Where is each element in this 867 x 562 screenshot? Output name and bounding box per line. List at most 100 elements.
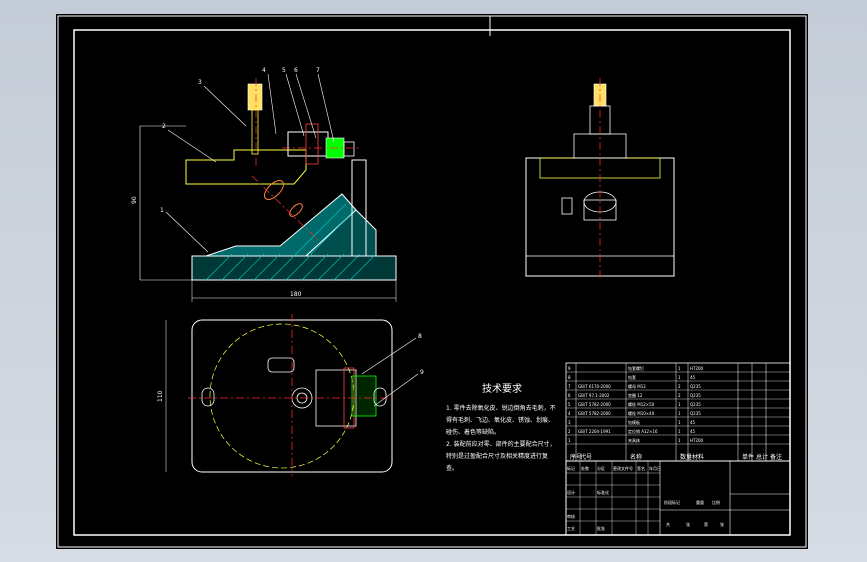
- workpiece-bore: [264, 180, 284, 200]
- title-block-right-label: 张: [720, 521, 724, 527]
- bom-table: 9 钻套螺钉 1 HT2008 钻套 1 457 GB/T 6170-2000 螺母 M12 2 Q…: [565, 362, 791, 462]
- balloon-8: 8: [418, 333, 422, 340]
- nut: [343, 141, 355, 157]
- bom-cell: 2: [678, 393, 681, 398]
- balloon-4: 4: [262, 67, 266, 74]
- tech-note-line-6: 查。: [446, 464, 458, 472]
- bom-cell: GB/T 6170-2000: [578, 384, 611, 389]
- bom-header: 数量: [680, 453, 692, 461]
- bom-cell: 45: [690, 375, 696, 380]
- outer-frame: [57, 15, 807, 548]
- bom-cell: 5: [568, 402, 571, 407]
- bom-header: 备注: [770, 453, 782, 461]
- bom-cell: 3: [568, 420, 571, 425]
- title-block-right-label: 阶段标记: [664, 499, 680, 505]
- clamp-block: [287, 131, 329, 157]
- bom-cell: 1: [678, 375, 681, 380]
- bom-cell: 1: [678, 420, 681, 425]
- bom-cell: 钻套螺钉: [628, 365, 644, 371]
- title-block-label: 处数: [581, 465, 589, 471]
- title-block-label: 更改文件号: [613, 465, 633, 471]
- top-locator: [351, 375, 377, 417]
- bom-cell: 1: [678, 411, 681, 416]
- title-block-label: 设计: [567, 489, 575, 495]
- title-block-label: 年月日: [649, 465, 661, 471]
- tech-note-line-5: 特别是过盈配合尺寸及相关精度进行复: [446, 452, 548, 460]
- title-block: 标记 处数 分区 更改文件号 签名 年月日设计 标准化审核工艺 批准 阶段标记 重量 比例共 张 第 张: [565, 460, 791, 536]
- bom-cell: 7: [568, 384, 571, 389]
- bom-cell: 2: [568, 429, 571, 434]
- bom-header: 代号: [580, 453, 592, 461]
- balloon-6: 6: [294, 67, 298, 74]
- title-block-label: 标准化: [597, 489, 609, 495]
- balloon-3: 3: [198, 79, 202, 86]
- bom-cell: GB/T 97.1-2002: [578, 393, 610, 398]
- top-dim-text: 110: [157, 390, 164, 402]
- bom-cell: 钻模板: [628, 419, 640, 425]
- bom-cell: 钻套: [628, 374, 636, 380]
- tech-notes-title: 技术要求: [482, 382, 522, 395]
- title-block-label: 分区: [597, 465, 605, 471]
- base-plate: [191, 255, 397, 281]
- front-view: 90 180 3 4 5 6 7 2 1: [131, 67, 397, 302]
- bom-cell: 9: [568, 366, 571, 371]
- bom-cell: 45: [690, 420, 696, 425]
- bom-cell: 螺栓 M10×40: [628, 410, 655, 416]
- title-block-label: 工艺: [567, 526, 575, 531]
- balloon-5: 5: [282, 67, 286, 74]
- bom-cell: 6: [568, 393, 571, 398]
- title-block-right-label: 张: [686, 521, 690, 527]
- bolt-shank: [251, 109, 259, 155]
- balloon-2: 2: [162, 123, 166, 130]
- bom-header: 材料: [692, 453, 704, 461]
- title-block-right-label: 第: [704, 521, 708, 527]
- cad-viewport[interactable]: 90 180 3 4 5 6 7 2 1 110 8 9 技术要求 1. 零件去…: [0, 0, 867, 562]
- bom-cell: 2: [678, 384, 681, 389]
- bom-cell: 1: [568, 438, 571, 443]
- tech-note-line-3: 碰伤、着色等缺陷。: [446, 428, 500, 436]
- bom-header: 单件: [742, 453, 754, 461]
- bom-cell: 螺栓 M12×50: [628, 401, 655, 407]
- bom-cell: Q235: [690, 411, 701, 416]
- drawing-sheet: 90 180 3 4 5 6 7 2 1 110 8 9 技术要求 1. 零件去…: [56, 14, 808, 549]
- clamp-screw: [305, 123, 319, 165]
- workpiece-bore-2: [289, 203, 303, 217]
- bom-cell: 45: [690, 429, 696, 434]
- bom-cell: 垫圈 12: [628, 392, 643, 398]
- tech-note-line-2: 得有毛刺、飞边、氧化皮、锈蚀、划痕、: [446, 416, 554, 424]
- bom-cell: Q235: [690, 402, 701, 407]
- bom-cell: HT200: [690, 366, 704, 371]
- bom-header: 名称: [630, 453, 642, 461]
- bom-cell: 1: [678, 429, 681, 434]
- tech-note-line-4: 2. 装配前应对零、部件的主要配合尺寸，: [446, 440, 556, 448]
- bom-cell: 定位销 A12×16: [628, 428, 658, 434]
- bom-cell: 夹具体: [628, 437, 640, 443]
- title-block-label: 批准: [597, 525, 605, 531]
- balloon-1: 1: [160, 207, 164, 214]
- top-circle: [209, 323, 355, 469]
- bom-cell: 8: [568, 375, 571, 380]
- bom-cell: HT200: [690, 438, 704, 443]
- tech-note-line-1: 1. 零件去除氧化皮、锐边倒角去毛刺，不: [446, 404, 556, 412]
- title-block-label: 审核: [567, 513, 575, 519]
- side-view: [525, 78, 675, 280]
- bom-header: 总计: [756, 453, 768, 461]
- dim-height-text: 90: [131, 196, 138, 204]
- title-block-label: 签名: [637, 465, 645, 471]
- bom-cell: Q235: [690, 393, 701, 398]
- balloon-9: 9: [420, 369, 424, 376]
- bom-cell: 4: [568, 411, 571, 416]
- title-block-right-label: 重量: [696, 499, 704, 505]
- balloon-7: 7: [316, 67, 320, 74]
- bom-cell: Q235: [690, 384, 701, 389]
- tech-notes: 技术要求 1. 零件去除氧化皮、锐边倒角去毛刺，不 得有毛刺、飞边、氧化皮、锈蚀…: [446, 382, 556, 472]
- title-block-right-label: 共: [666, 521, 670, 527]
- bom-cell: GB/T 2204-1991: [578, 429, 611, 434]
- bom-cell: 1: [678, 402, 681, 407]
- drawing-canvas: 90 180 3 4 5 6 7 2 1 110 8 9 技术要求 1. 零件去…: [57, 15, 807, 548]
- bom-cell: 螺母 M12: [628, 383, 646, 389]
- bom-cell: GB/T 5782-2000: [578, 411, 611, 416]
- bom-cell: GB/T 5782-2000: [578, 402, 611, 407]
- title-block-right-label: 比例: [712, 499, 720, 505]
- dim-width-text: 180: [290, 291, 302, 298]
